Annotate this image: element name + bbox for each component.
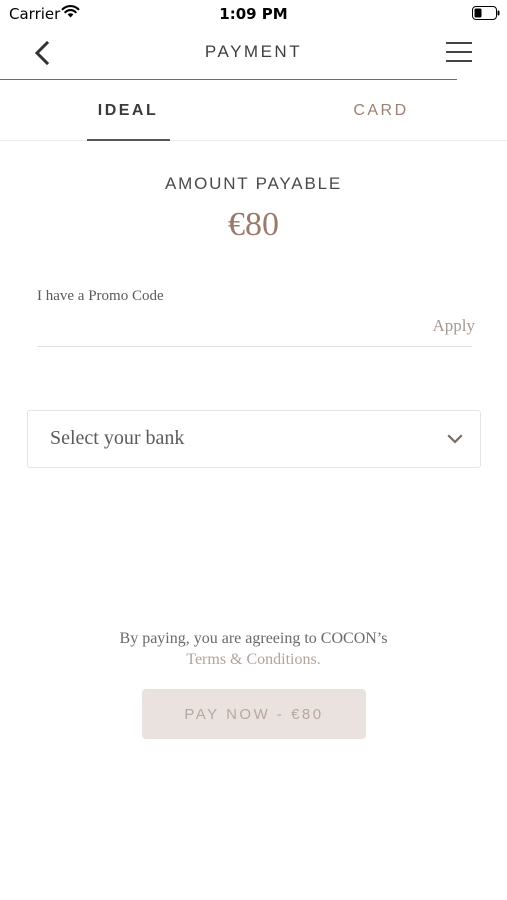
status-bar: Carrier 1:09 PM bbox=[0, 0, 507, 28]
bank-select-dropdown[interactable]: Select your bank bbox=[27, 410, 481, 468]
amount-payable-label: AMOUNT PAYABLE bbox=[165, 174, 342, 193]
promo-code-underline bbox=[37, 346, 472, 347]
chevron-down-icon bbox=[447, 434, 463, 444]
page-title: PAYMENT bbox=[204, 42, 303, 61]
bank-select-placeholder: Select your bank bbox=[50, 427, 185, 449]
active-tab-indicator bbox=[87, 139, 170, 141]
amount-payable-value: €80 bbox=[228, 206, 279, 243]
terms-and-conditions-link[interactable]: Terms & Conditions. bbox=[0, 649, 507, 670]
pay-now-button[interactable]: PAY NOW - €80 bbox=[142, 689, 366, 739]
battery-low-icon bbox=[472, 6, 500, 20]
payment-method-tabs: IDEAL CARD bbox=[0, 81, 507, 141]
payment-screen: Carrier 1:09 PM PAYMENT IDEAL CARD AMOUN… bbox=[0, 0, 507, 900]
nav-bar: PAYMENT bbox=[0, 30, 507, 80]
promo-code-label: I have a Promo Code bbox=[37, 288, 164, 304]
tab-card[interactable]: CARD bbox=[338, 81, 424, 141]
status-time: 1:09 PM bbox=[219, 5, 288, 23]
promo-code-input[interactable] bbox=[37, 312, 407, 344]
tab-ideal[interactable]: IDEAL bbox=[84, 81, 172, 141]
nav-divider bbox=[0, 79, 457, 80]
apply-promo-button[interactable]: Apply bbox=[420, 316, 476, 340]
hamburger-menu-icon[interactable] bbox=[445, 40, 473, 64]
terms-agreement-text: By paying, you are agreeing to COCON’s bbox=[119, 630, 388, 647]
